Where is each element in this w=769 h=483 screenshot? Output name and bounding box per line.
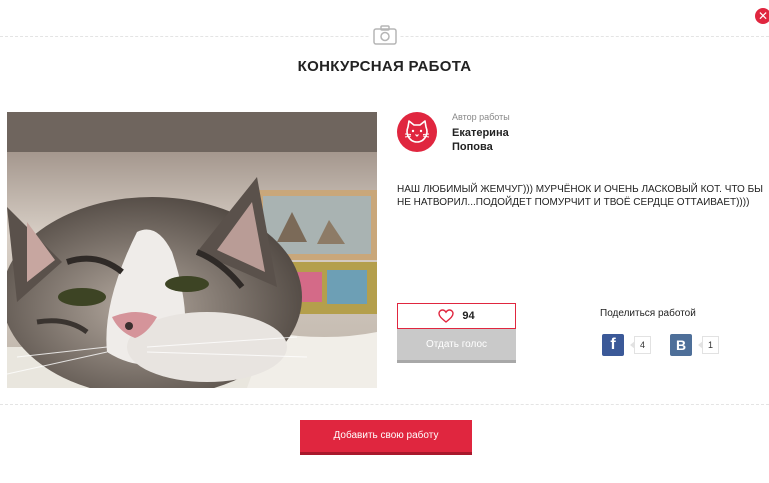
close-icon[interactable]: ✕ bbox=[755, 8, 769, 24]
facebook-share-count: 4 bbox=[629, 336, 652, 354]
vk-icon[interactable]: B bbox=[670, 334, 692, 356]
vote-count: 94 bbox=[462, 310, 475, 322]
facebook-icon[interactable]: f bbox=[602, 334, 624, 356]
add-entry-button[interactable]: Добавить свою работу bbox=[300, 420, 472, 455]
share-label: Поделиться работой bbox=[600, 308, 696, 319]
contest-photo[interactable] bbox=[7, 112, 377, 388]
page-title: КОНКУРСНАЯ РАБОТА bbox=[297, 58, 472, 75]
author-label: Автор работы bbox=[452, 112, 510, 122]
heart-icon bbox=[438, 309, 455, 323]
author-avatar bbox=[397, 112, 437, 152]
vote-button[interactable]: Отдать голос bbox=[397, 329, 516, 363]
like-counter[interactable]: 94 bbox=[397, 303, 516, 329]
cat-face-icon bbox=[404, 120, 430, 143]
author-name: Екатерина Попова bbox=[452, 127, 509, 153]
bottom-divider bbox=[0, 404, 769, 405]
entry-description: НАШ ЛЮБИМЫЙ ЖЕМЧУГ))) МУРЧЁНОК И ОЧЕНЬ Л… bbox=[397, 184, 763, 208]
vk-share-count: 1 bbox=[697, 336, 720, 354]
camera-icon bbox=[370, 24, 400, 48]
